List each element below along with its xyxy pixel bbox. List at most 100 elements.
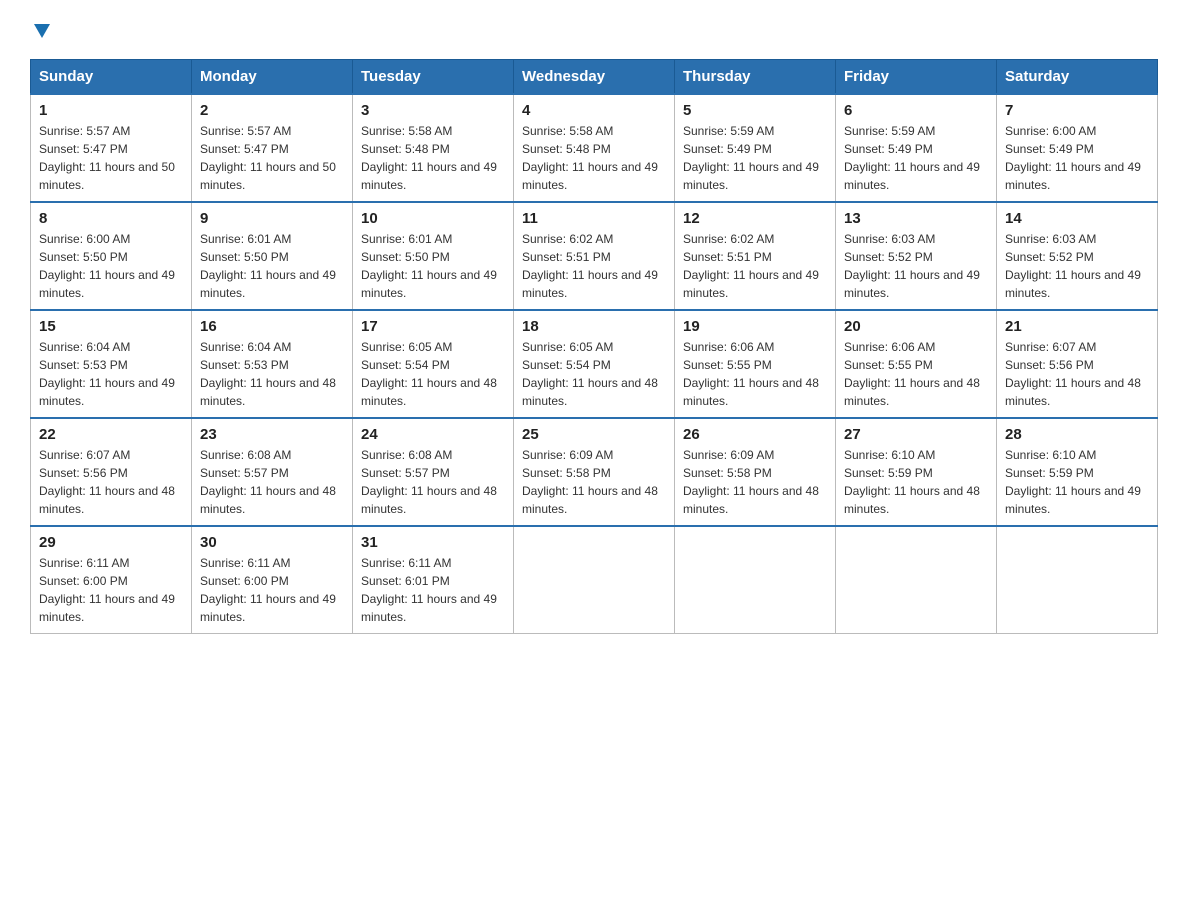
sunset-label: Sunset: 5:57 PM (361, 466, 450, 480)
sunrise-label: Sunrise: 6:03 AM (1005, 232, 1096, 246)
day-number: 27 (844, 426, 988, 443)
sunrise-label: Sunrise: 6:07 AM (39, 448, 130, 462)
daylight-label: Daylight: 11 hours and 49 minutes. (522, 268, 658, 300)
sunset-label: Sunset: 5:53 PM (200, 358, 289, 372)
day-header-friday: Friday (836, 60, 997, 95)
calendar-week-4: 22 Sunrise: 6:07 AM Sunset: 5:56 PM Dayl… (31, 418, 1158, 526)
sunset-label: Sunset: 5:54 PM (361, 358, 450, 372)
day-info: Sunrise: 6:11 AM Sunset: 6:00 PM Dayligh… (39, 554, 183, 626)
calendar-day: 24 Sunrise: 6:08 AM Sunset: 5:57 PM Dayl… (353, 418, 514, 526)
day-info: Sunrise: 6:10 AM Sunset: 5:59 PM Dayligh… (844, 446, 988, 518)
calendar-day (675, 526, 836, 634)
calendar-day: 4 Sunrise: 5:58 AM Sunset: 5:48 PM Dayli… (514, 94, 675, 202)
sunrise-label: Sunrise: 5:57 AM (200, 124, 291, 138)
day-number: 20 (844, 318, 988, 335)
day-info: Sunrise: 6:04 AM Sunset: 5:53 PM Dayligh… (200, 338, 344, 410)
calendar-body: 1 Sunrise: 5:57 AM Sunset: 5:47 PM Dayli… (31, 94, 1158, 634)
day-info: Sunrise: 5:58 AM Sunset: 5:48 PM Dayligh… (361, 122, 505, 194)
day-header-monday: Monday (192, 60, 353, 95)
day-number: 29 (39, 534, 183, 551)
day-header-sunday: Sunday (31, 60, 192, 95)
sunset-label: Sunset: 5:56 PM (39, 466, 128, 480)
day-number: 10 (361, 210, 505, 227)
day-info: Sunrise: 6:03 AM Sunset: 5:52 PM Dayligh… (844, 230, 988, 302)
daylight-label: Daylight: 11 hours and 49 minutes. (200, 268, 336, 300)
day-info: Sunrise: 6:03 AM Sunset: 5:52 PM Dayligh… (1005, 230, 1149, 302)
sunset-label: Sunset: 5:57 PM (200, 466, 289, 480)
daylight-label: Daylight: 11 hours and 49 minutes. (683, 160, 819, 192)
daylight-label: Daylight: 11 hours and 49 minutes. (844, 268, 980, 300)
calendar-day: 26 Sunrise: 6:09 AM Sunset: 5:58 PM Dayl… (675, 418, 836, 526)
sunset-label: Sunset: 5:54 PM (522, 358, 611, 372)
sunrise-label: Sunrise: 6:09 AM (683, 448, 774, 462)
day-info: Sunrise: 6:11 AM Sunset: 6:01 PM Dayligh… (361, 554, 505, 626)
sunrise-label: Sunrise: 6:00 AM (1005, 124, 1096, 138)
calendar-day: 22 Sunrise: 6:07 AM Sunset: 5:56 PM Dayl… (31, 418, 192, 526)
calendar-day: 28 Sunrise: 6:10 AM Sunset: 5:59 PM Dayl… (997, 418, 1158, 526)
calendar-day: 21 Sunrise: 6:07 AM Sunset: 5:56 PM Dayl… (997, 310, 1158, 418)
daylight-label: Daylight: 11 hours and 49 minutes. (522, 160, 658, 192)
day-number: 28 (1005, 426, 1149, 443)
calendar-day: 25 Sunrise: 6:09 AM Sunset: 5:58 PM Dayl… (514, 418, 675, 526)
day-number: 3 (361, 102, 505, 119)
day-number: 9 (200, 210, 344, 227)
day-number: 6 (844, 102, 988, 119)
day-number: 25 (522, 426, 666, 443)
calendar-day: 12 Sunrise: 6:02 AM Sunset: 5:51 PM Dayl… (675, 202, 836, 310)
logo (30, 20, 52, 41)
day-info: Sunrise: 6:07 AM Sunset: 5:56 PM Dayligh… (39, 446, 183, 518)
sunrise-label: Sunrise: 5:59 AM (844, 124, 935, 138)
day-number: 18 (522, 318, 666, 335)
calendar-day (514, 526, 675, 634)
sunrise-label: Sunrise: 6:08 AM (200, 448, 291, 462)
sunset-label: Sunset: 5:49 PM (844, 142, 933, 156)
sunset-label: Sunset: 5:51 PM (683, 250, 772, 264)
daylight-label: Daylight: 11 hours and 48 minutes. (39, 484, 175, 516)
sunrise-label: Sunrise: 6:11 AM (361, 556, 452, 570)
day-header-row: SundayMondayTuesdayWednesdayThursdayFrid… (31, 60, 1158, 95)
calendar-day: 13 Sunrise: 6:03 AM Sunset: 5:52 PM Dayl… (836, 202, 997, 310)
sunrise-label: Sunrise: 6:10 AM (1005, 448, 1096, 462)
day-number: 2 (200, 102, 344, 119)
sunset-label: Sunset: 5:52 PM (1005, 250, 1094, 264)
day-number: 4 (522, 102, 666, 119)
daylight-label: Daylight: 11 hours and 49 minutes. (1005, 484, 1141, 516)
sunrise-label: Sunrise: 6:04 AM (200, 340, 291, 354)
calendar-day: 23 Sunrise: 6:08 AM Sunset: 5:57 PM Dayl… (192, 418, 353, 526)
calendar-week-1: 1 Sunrise: 5:57 AM Sunset: 5:47 PM Dayli… (31, 94, 1158, 202)
daylight-label: Daylight: 11 hours and 49 minutes. (361, 268, 497, 300)
day-number: 11 (522, 210, 666, 227)
day-info: Sunrise: 5:57 AM Sunset: 5:47 PM Dayligh… (39, 122, 183, 194)
sunrise-label: Sunrise: 5:57 AM (39, 124, 130, 138)
day-info: Sunrise: 6:09 AM Sunset: 5:58 PM Dayligh… (522, 446, 666, 518)
calendar-day: 19 Sunrise: 6:06 AM Sunset: 5:55 PM Dayl… (675, 310, 836, 418)
daylight-label: Daylight: 11 hours and 48 minutes. (522, 484, 658, 516)
sunrise-label: Sunrise: 6:07 AM (1005, 340, 1096, 354)
day-info: Sunrise: 5:58 AM Sunset: 5:48 PM Dayligh… (522, 122, 666, 194)
calendar-day: 8 Sunrise: 6:00 AM Sunset: 5:50 PM Dayli… (31, 202, 192, 310)
day-info: Sunrise: 6:04 AM Sunset: 5:53 PM Dayligh… (39, 338, 183, 410)
day-number: 24 (361, 426, 505, 443)
sunrise-label: Sunrise: 5:59 AM (683, 124, 774, 138)
calendar-day: 20 Sunrise: 6:06 AM Sunset: 5:55 PM Dayl… (836, 310, 997, 418)
day-number: 1 (39, 102, 183, 119)
sunset-label: Sunset: 5:56 PM (1005, 358, 1094, 372)
calendar-day: 1 Sunrise: 5:57 AM Sunset: 5:47 PM Dayli… (31, 94, 192, 202)
calendar-day: 17 Sunrise: 6:05 AM Sunset: 5:54 PM Dayl… (353, 310, 514, 418)
sunset-label: Sunset: 5:48 PM (522, 142, 611, 156)
day-info: Sunrise: 6:02 AM Sunset: 5:51 PM Dayligh… (522, 230, 666, 302)
sunset-label: Sunset: 5:49 PM (683, 142, 772, 156)
page-header (30, 20, 1158, 41)
day-info: Sunrise: 6:05 AM Sunset: 5:54 PM Dayligh… (522, 338, 666, 410)
day-number: 12 (683, 210, 827, 227)
day-number: 19 (683, 318, 827, 335)
day-number: 23 (200, 426, 344, 443)
calendar-header: SundayMondayTuesdayWednesdayThursdayFrid… (31, 60, 1158, 95)
day-info: Sunrise: 6:07 AM Sunset: 5:56 PM Dayligh… (1005, 338, 1149, 410)
sunset-label: Sunset: 6:00 PM (39, 574, 128, 588)
sunrise-label: Sunrise: 5:58 AM (361, 124, 452, 138)
day-number: 13 (844, 210, 988, 227)
calendar-day: 6 Sunrise: 5:59 AM Sunset: 5:49 PM Dayli… (836, 94, 997, 202)
sunrise-label: Sunrise: 6:11 AM (200, 556, 291, 570)
daylight-label: Daylight: 11 hours and 49 minutes. (39, 268, 175, 300)
